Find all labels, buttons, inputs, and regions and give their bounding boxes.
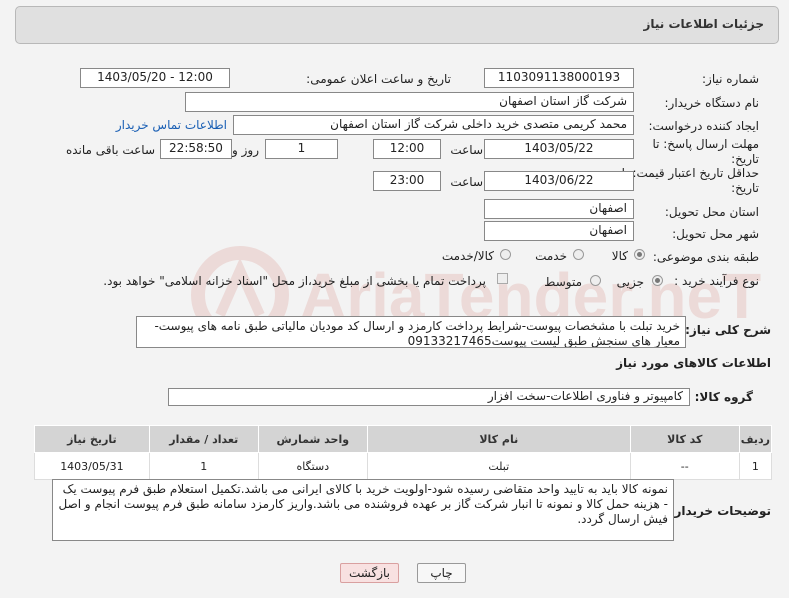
treasury-payment-checkbox[interactable]: [497, 273, 508, 284]
col-unit: واحد شمارش: [257, 425, 368, 453]
process-radio-medium[interactable]: [590, 275, 601, 286]
creator-field[interactable]: محمد کریمی متصدی خرید داخلی شرکت گاز است…: [233, 115, 634, 135]
buyer-notes-label: توضیحات خریدار:: [669, 504, 771, 518]
validity-label: حداقل تاریخ اعتبار قیمت: تا: [621, 166, 759, 180]
cell-item-name: تبلت: [366, 452, 631, 480]
process-radio-minor[interactable]: [652, 275, 663, 286]
city-label: شهر محل تحویل:: [672, 227, 759, 241]
category-label: طبقه بندی موضوعی:: [652, 250, 759, 264]
cell-item-code: --: [629, 452, 740, 480]
buyer-notes-textarea[interactable]: نمونه کالا باید به تایید واحد متقاضی رسی…: [52, 479, 674, 541]
deadline-date-field[interactable]: 1403/05/22: [484, 139, 634, 159]
goods-group-field[interactable]: کامپیوتر و فناوری اطلاعات-سخت افزار: [168, 388, 690, 406]
city-field[interactable]: اصفهان: [484, 221, 634, 241]
description-label: شرح کلی نیاز:: [685, 323, 771, 337]
category-radio-goods-service[interactable]: [500, 249, 511, 260]
cell-quantity: 1: [148, 452, 259, 480]
treasury-payment-note: پرداخت تمام یا بخشی از مبلغ خرید،از محل …: [103, 274, 486, 288]
province-label: استان محل تحویل:: [664, 205, 759, 219]
days-remaining-field[interactable]: 1: [265, 139, 338, 159]
time-remaining-field[interactable]: 22:58:50: [160, 139, 232, 159]
process-option-medium: متوسط: [544, 275, 582, 289]
page-header: جزئیات اطلاعات نیاز: [15, 6, 779, 44]
announce-datetime-field[interactable]: 1403/05/20 - 12:00: [80, 68, 230, 88]
col-item-name: نام کالا: [366, 425, 631, 453]
need-number-field[interactable]: 1103091138000193: [484, 68, 634, 88]
need-number-label: شماره نیاز:: [702, 72, 759, 86]
goods-table: ردیف کد کالا نام کالا واحد شمارش تعداد /…: [34, 425, 773, 480]
col-quantity: تعداد / مقدار: [148, 425, 259, 453]
col-row-number: ردیف: [738, 425, 773, 453]
process-label: نوع فرآیند خرید :: [674, 274, 759, 288]
validity-time-label: ساعت: [450, 175, 483, 189]
deadline-label: مهلت ارسال پاسخ: تا: [652, 137, 759, 151]
col-item-code: کد کالا: [629, 425, 740, 453]
process-option-minor: جزیی: [616, 275, 644, 289]
goods-section-title: اطلاعات کالاهای مورد نیاز: [616, 356, 771, 370]
deadline-label-date: تاریخ:: [731, 152, 759, 166]
cell-need-date: 1403/05/31: [34, 452, 150, 480]
category-radio-service[interactable]: [573, 249, 584, 260]
buyer-contact-link[interactable]: اطلاعات تماس خریدار: [116, 118, 227, 132]
buyer-org-label: نام دستگاه خریدار:: [664, 96, 760, 110]
buyer-org-field[interactable]: شرکت گاز استان اصفهان: [185, 92, 634, 112]
cell-unit: دستگاه: [257, 452, 368, 480]
time-remaining-label: ساعت باقی مانده: [65, 143, 155, 157]
category-option-goods-service: کالا/خدمت: [441, 249, 494, 263]
cell-row-number: 1: [738, 452, 773, 480]
page-title: جزئیات اطلاعات نیاز: [643, 17, 764, 31]
announce-label: تاریخ و ساعت اعلان عمومی:: [306, 72, 451, 86]
table-row[interactable]: 1 -- تبلت دستگاه 1 1403/05/31: [34, 452, 773, 480]
category-option-goods: کالا: [611, 249, 628, 263]
deadline-time-field[interactable]: 12:00: [373, 139, 441, 159]
validity-label-date: تاریخ:: [731, 181, 759, 195]
goods-group-label: گروه کالا:: [694, 390, 753, 404]
validity-time-field[interactable]: 23:00: [373, 171, 441, 191]
days-label: روز و: [232, 143, 259, 157]
validity-date-field[interactable]: 1403/06/22: [484, 171, 634, 191]
category-option-service: خدمت: [535, 249, 567, 263]
col-need-date: تاریخ نیاز: [34, 425, 150, 453]
province-field[interactable]: اصفهان: [484, 199, 634, 219]
category-radio-goods[interactable]: [634, 249, 645, 260]
back-button[interactable]: بازگشت: [340, 563, 399, 583]
print-button[interactable]: چاپ: [417, 563, 466, 583]
creator-label: ایجاد کننده درخواست:: [648, 119, 759, 133]
goods-table-header: ردیف کد کالا نام کالا واحد شمارش تعداد /…: [34, 425, 773, 453]
deadline-time-label: ساعت: [450, 143, 483, 157]
description-textarea[interactable]: خرید تبلت با مشخصات پیوست-شرایط پرداخت ک…: [136, 316, 686, 348]
